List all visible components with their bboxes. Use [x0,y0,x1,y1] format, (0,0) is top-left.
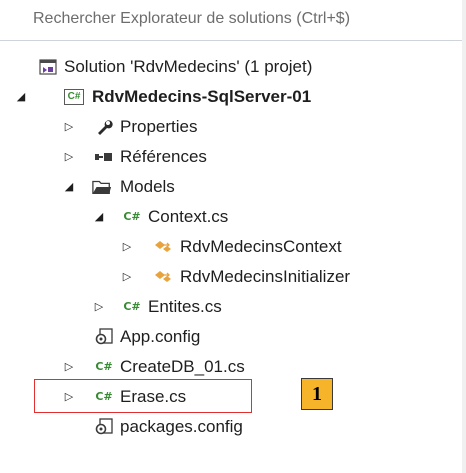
tree-item-label: Entites.cs [148,297,222,316]
tree-item-models[interactable]: ◢ Models [0,172,466,202]
tree-item-label: RdvMedecinsInitializer [180,267,351,286]
tree-item-rdvmedecins-initializer[interactable]: ▷ RdvMedecinsInitializer [0,262,466,292]
tree-item-context-cs[interactable]: ◢ C# Context.cs [0,202,466,232]
collapsed-arrow-icon[interactable]: ▷ [92,292,106,322]
solution-icon [38,58,58,76]
csharp-file-icon: C# [94,358,114,376]
folder-open-icon [92,178,112,196]
csharp-project-icon: C# [64,88,84,106]
csharp-file-icon: C# [122,208,142,226]
expanded-arrow-icon[interactable]: ◢ [14,82,28,112]
config-icon [94,418,114,436]
tree-item-label: RdvMedecinsContext [180,237,342,256]
tree-item-properties[interactable]: ▷ Properties [0,112,466,142]
collapsed-arrow-icon[interactable]: ▷ [62,142,76,172]
class-icon [154,238,174,256]
class-icon [154,268,174,286]
tree-item-solution[interactable]: Solution 'RdvMedecins' (1 projet) [0,52,466,82]
scrollbar-track[interactable] [462,0,466,473]
config-icon [94,328,114,346]
csharp-file-icon: C# [122,298,142,316]
collapsed-arrow-icon[interactable]: ▷ [62,352,76,382]
step-callout-badge: 1 [301,378,333,410]
tree-item-entites-cs[interactable]: ▷ C# Entites.cs [0,292,466,322]
collapsed-arrow-icon[interactable]: ▷ [62,112,76,142]
csharp-glyph: C# [95,360,113,373]
tree-item-label: CreateDB_01.cs [120,357,245,376]
tree-item-label: packages.config [120,417,243,436]
expanded-arrow-icon[interactable]: ◢ [92,202,106,232]
wrench-icon [94,118,114,136]
csharp-glyph: C# [123,300,141,313]
csharp-glyph: C# [123,210,141,223]
tree-item-label: Références [120,147,207,166]
search-placeholder: Rechercher Explorateur de solutions (Ctr… [33,10,351,27]
tree-item-createdb-cs[interactable]: ▷ C# CreateDB_01.cs [0,352,466,382]
collapsed-arrow-icon[interactable]: ▷ [120,232,134,262]
tree-item-packages-config[interactable]: packages.config [0,412,466,442]
tree-item-rdvmedecins-context[interactable]: ▷ RdvMedecinsContext [0,232,466,262]
highlight-box [34,379,252,413]
tree-item-label: App.config [120,327,201,346]
csharp-project-glyph: C# [64,89,84,105]
references-icon [94,148,114,166]
tree-item-references[interactable]: ▷ Références [0,142,466,172]
search-box[interactable]: Rechercher Explorateur de solutions (Ctr… [0,0,466,41]
collapsed-arrow-icon[interactable]: ▷ [120,262,134,292]
tree-item-label: Solution 'RdvMedecins' (1 projet) [64,57,313,76]
tree-item-project[interactable]: ◢ C# RdvMedecins-SqlServer-01 [0,82,466,112]
tree-item-label: RdvMedecins-SqlServer-01 [92,87,312,106]
tree-item-label: Context.cs [148,207,229,226]
tree-item-app-config[interactable]: App.config [0,322,466,352]
tree-item-label: Properties [120,117,198,136]
expanded-arrow-icon[interactable]: ◢ [62,172,76,202]
tree-item-label: Models [120,177,175,196]
